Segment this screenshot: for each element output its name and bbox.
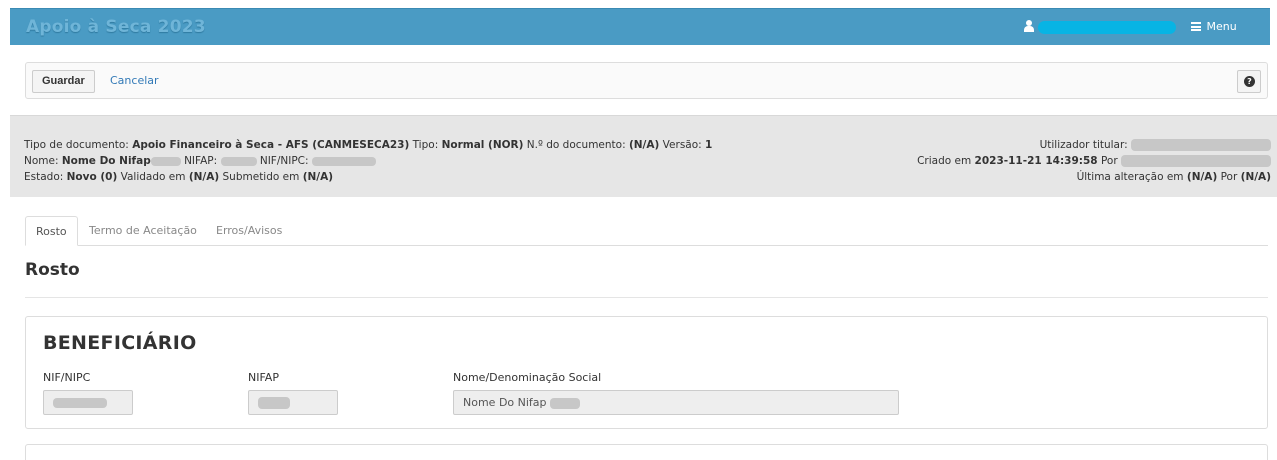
redacted-block [53,398,107,408]
divider [25,297,1268,298]
user-icon [1024,20,1034,32]
submitted-value: (N/A) [302,171,334,183]
menu-label: Menu [1206,20,1237,33]
state-line: Estado: Novo (0) Validado em (N/A) Subme… [24,171,334,183]
nome-field[interactable]: Nome Do Nifap [453,390,899,415]
username-redacted [1038,21,1176,34]
tab-bar: Rosto Termo de Aceitação Erros/Avisos [25,216,1268,246]
redacted-block [150,156,181,166]
panel-title: BENEFICIÁRIO [43,332,197,354]
nifap-label: NIFAP [248,371,279,384]
save-button[interactable]: Guardar [32,70,95,93]
redacted-block [258,397,290,409]
document-info-left: Tipo de documento: Apoio Financeiro à Se… [24,137,712,185]
cancel-link[interactable]: Cancelar [110,74,159,87]
validated-value: (N/A) [188,171,220,183]
nome-field-value: Nome Do Nifap [463,396,547,409]
document-info-right: Utilizador titular: Criado em 2023-11-21… [917,137,1271,185]
user-menu[interactable] [1024,20,1184,35]
menu-button[interactable]: Menu [1191,20,1237,36]
app-title[interactable]: Apoio à Seca 2023 [26,17,206,37]
tab-erros-avisos[interactable]: Erros/Avisos [206,216,292,246]
version-value: 1 [705,139,713,151]
redacted-block [1131,139,1271,151]
nifap-field[interactable] [248,390,338,415]
nif-field[interactable] [43,390,133,415]
next-panel [25,444,1268,460]
list-icon [1191,22,1201,31]
beneficiario-panel: BENEFICIÁRIO NIF/NIPC NIFAP Nome/Denomin… [25,316,1268,429]
question-circle-icon: ? [1244,76,1255,87]
document-info-bar: Tipo de documento: Apoio Financeiro à Se… [10,115,1277,197]
section-title: Rosto [25,260,80,280]
state-value: Novo (0) [66,171,118,183]
tipo-value: Normal (NOR) [441,139,524,151]
tab-rosto[interactable]: Rosto [25,216,78,246]
top-navbar: Apoio à Seca 2023 Menu [10,8,1270,45]
redacted-block [1121,155,1271,167]
doc-number-value: (N/A) [628,139,660,151]
created-value: 2023-11-21 14:39:58 [974,155,1098,167]
redacted-block [311,156,376,166]
redacted-block [550,397,581,409]
redacted-block [220,156,257,166]
created-line: Criado em 2023-11-21 14:39:58 Por [917,153,1271,169]
action-toolbar: Guardar Cancelar ? [25,62,1268,99]
name-line: Nome: Nome Do Nifap NIFAP: NIF/NIPC: [24,153,712,169]
last-change-value: (N/A) [1186,171,1218,183]
nif-label: NIF/NIPC [43,371,91,384]
name-value: Nome Do Nifap [61,155,151,167]
doc-type-value: Apoio Financeiro à Seca - AFS (CANMESECA… [132,139,410,151]
last-change-line: Última alteração em (N/A) Por (N/A) [1076,171,1271,183]
holder-line: Utilizador titular: [917,137,1271,153]
nome-label: Nome/Denominação Social [453,371,602,384]
help-button[interactable]: ? [1237,70,1261,93]
last-change-by-value: (N/A) [1240,171,1271,183]
doc-type-line: Tipo de documento: Apoio Financeiro à Se… [24,139,713,151]
tab-termo-aceitacao[interactable]: Termo de Aceitação [79,216,207,246]
